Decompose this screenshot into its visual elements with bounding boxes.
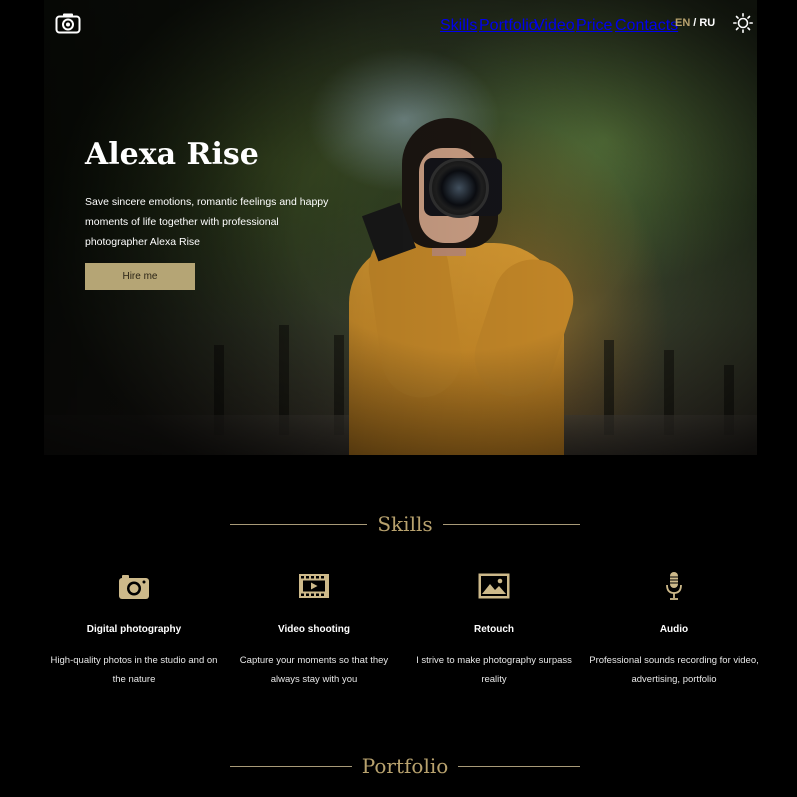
hero-title: Alexa Rise bbox=[85, 137, 259, 172]
hire-me-button[interactable]: Hire me bbox=[85, 263, 195, 290]
skills-heading-text: Skills bbox=[377, 512, 433, 536]
heading-divider-left bbox=[230, 765, 352, 767]
film-icon bbox=[299, 574, 329, 598]
nav-item-contacts[interactable]: Contacts bbox=[615, 17, 678, 35]
skill-card-digital-photography: Digital photography High-quality photos … bbox=[44, 570, 224, 689]
nav-item-price[interactable]: Price bbox=[576, 17, 612, 35]
skill-description: High-quality photos in the studio and on… bbox=[50, 655, 218, 685]
lang-ru-button[interactable]: RU bbox=[699, 17, 715, 29]
skill-card-audio: Audio Professional sounds recording for … bbox=[584, 570, 764, 689]
skill-description: I strive to make photography surpass rea… bbox=[416, 655, 572, 685]
heading-divider-left bbox=[230, 523, 368, 525]
nav-item-portfolio[interactable]: Portfolio bbox=[479, 17, 538, 35]
heading-divider-right bbox=[442, 523, 580, 525]
image-icon bbox=[478, 573, 510, 599]
portfolio-heading-text: Portfolio bbox=[361, 754, 449, 778]
heading-divider-right bbox=[458, 765, 580, 767]
skill-card-video-shooting: Video shooting Capture your moments so t… bbox=[224, 570, 404, 689]
lang-en-button[interactable]: EN bbox=[675, 17, 690, 29]
camera-logo-icon[interactable] bbox=[55, 12, 81, 34]
skills-heading: Skills bbox=[230, 512, 580, 536]
skill-title: Audio bbox=[659, 624, 689, 635]
skill-description: Professional sounds recording for video,… bbox=[589, 655, 759, 685]
skill-title: Digital photography bbox=[86, 624, 182, 635]
hero-description: Save sincere emotions, romantic feelings… bbox=[85, 196, 329, 248]
skill-title: Retouch bbox=[474, 624, 514, 635]
sun-icon[interactable] bbox=[733, 13, 753, 33]
lang-separator: / bbox=[693, 17, 697, 29]
portfolio-heading: Portfolio bbox=[230, 754, 580, 778]
skill-title: Video shooting bbox=[277, 624, 351, 635]
nav-item-video[interactable]: Video bbox=[534, 17, 575, 35]
skill-description: Capture your moments so that they always… bbox=[239, 655, 389, 685]
nav-item-skills[interactable]: Skills bbox=[440, 17, 477, 35]
microphone-icon bbox=[666, 572, 682, 600]
language-switcher: EN / RU bbox=[675, 17, 715, 29]
camera-icon bbox=[119, 575, 149, 599]
skill-card-retouch: Retouch I strive to make photography sur… bbox=[404, 570, 584, 689]
